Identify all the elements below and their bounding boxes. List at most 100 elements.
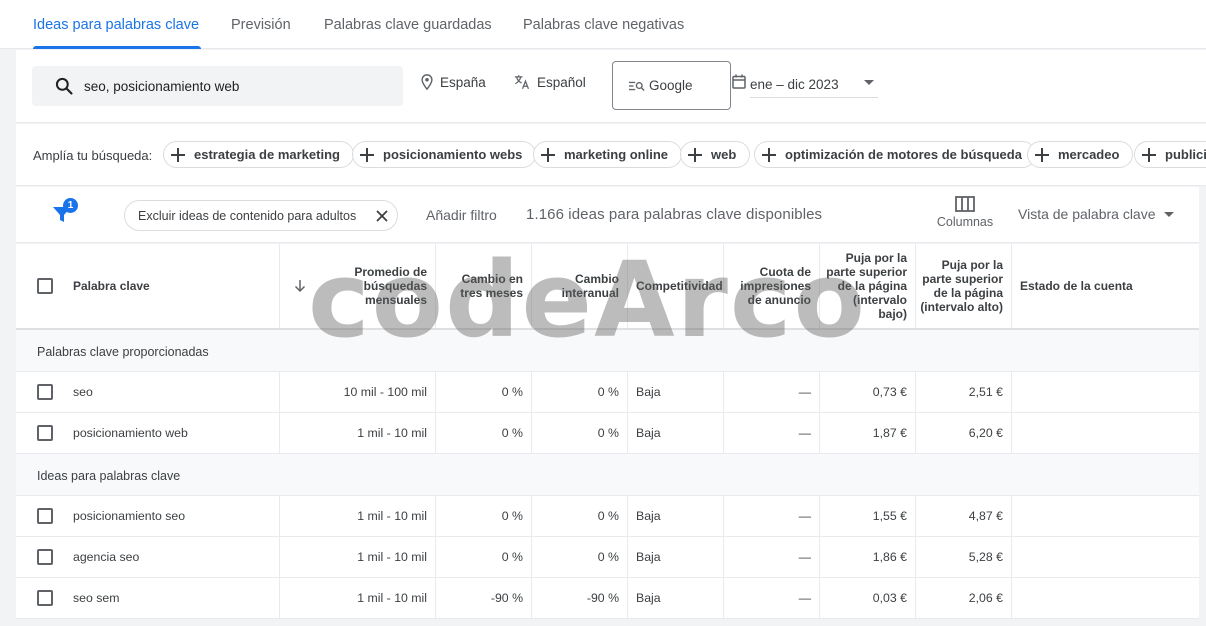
bid-high-cell: 2,51 € [968, 385, 1003, 399]
keyword-planner-page: Ideas para palabras clave Previsión Pala… [0, 0, 1206, 626]
tab-keyword-ideas[interactable]: Ideas para palabras clave [33, 0, 201, 49]
date-range-icon-wrap [732, 74, 746, 89]
three-month-cell: -90 % [490, 591, 523, 605]
col-account-status[interactable]: Estado de la cuenta [1012, 244, 1199, 328]
keyword-cell: seo [73, 385, 93, 399]
col-bid-high-label: Puja por la parte superior de la página … [920, 258, 1003, 314]
add-filter-button[interactable]: Añadir filtro [426, 207, 497, 223]
col-competition[interactable]: Competitividad [628, 244, 724, 328]
bid-low-cell: 1,87 € [872, 426, 907, 440]
suggestion-chip[interactable]: web [680, 141, 751, 168]
table-row[interactable]: seo 10 mil - 100 mil 0 % 0 % Baja — 0,73… [16, 372, 1199, 413]
col-three-month-change[interactable]: Cambio en tres meses [436, 244, 532, 328]
table-row[interactable]: agencia seo 1 mil - 10 mil 0 % 0 % Baja … [16, 537, 1199, 578]
tab-negative-keywords[interactable]: Palabras clave negativas [523, 0, 684, 49]
language-selector[interactable]: Español [514, 74, 586, 90]
keyword-search-input[interactable]: seo, posicionamiento web [32, 66, 403, 106]
table-group-header: Palabras clave proporcionadas [16, 330, 1199, 372]
row-checkbox[interactable] [37, 425, 53, 441]
row-checkbox[interactable] [37, 508, 53, 524]
suggestion-chip[interactable]: estrategia de marketing [163, 141, 354, 168]
bid-low-cell: 1,55 € [872, 509, 907, 523]
plus-icon [762, 147, 776, 162]
location-selector[interactable]: España [420, 74, 486, 90]
col-yoy-change[interactable]: Cambio interanual [532, 244, 628, 328]
col-three-month-label: Cambio en tres meses [460, 272, 523, 300]
table-row[interactable]: posicionamiento seo 1 mil - 10 mil 0 % 0… [16, 496, 1199, 537]
dropdown-arrow-icon [1163, 211, 1174, 217]
keyword-cell: agencia seo [73, 550, 140, 564]
group-label: Ideas para palabras clave [37, 469, 181, 483]
bid-low-cell: 1,86 € [872, 550, 907, 564]
location-label: España [440, 74, 486, 90]
yoy-cell: 0 % [597, 426, 619, 440]
close-icon[interactable] [375, 209, 389, 223]
date-range-selector[interactable]: ene – dic 2023 [750, 72, 878, 98]
col-impression-share[interactable]: Cuota de impresiones de anuncio [724, 244, 820, 328]
bid-high-cell: 5,28 € [968, 550, 1003, 564]
competition-cell: Baja [636, 385, 661, 399]
col-avg-searches-label: Promedio de búsquedas mensuales [354, 265, 427, 307]
keyword-cell: posicionamiento seo [73, 509, 186, 523]
broaden-search-bar: Amplía tu búsqueda: estrategia de market… [16, 124, 1206, 186]
plus-icon [1142, 147, 1156, 162]
suggestion-chip[interactable]: optimización de motores de búsqueda [754, 141, 1036, 168]
bid-high-cell: 2,06 € [968, 591, 1003, 605]
col-account-status-label: Estado de la cuenta [1020, 279, 1133, 293]
col-keyword[interactable]: Palabra clave [16, 244, 280, 328]
filter-chip-label: Excluir ideas de contenido para adultos [138, 208, 357, 223]
search-network-selector[interactable]: Google [612, 61, 731, 110]
tab-bar: Ideas para palabras clave Previsión Pala… [0, 0, 1206, 49]
filter-bar: 1 Excluir ideas de contenido para adulto… [16, 187, 1199, 243]
adult-content-filter-chip[interactable]: Excluir ideas de contenido para adultos [124, 200, 398, 231]
keyword-ideas-table: Palabra clave Promedio de búsquedas mens… [16, 244, 1199, 619]
bid-low-cell: 0,73 € [872, 385, 907, 399]
avg-searches-cell: 1 mil - 10 mil [357, 509, 427, 523]
suggestion-chip[interactable]: publicid [1134, 141, 1206, 168]
competition-cell: Baja [636, 426, 661, 440]
yoy-cell: 0 % [597, 509, 619, 523]
search-icon [55, 77, 73, 95]
three-month-cell: 0 % [501, 509, 523, 523]
col-bid-low[interactable]: Puja por la parte superior de la página … [820, 244, 916, 328]
language-label: Español [537, 74, 586, 90]
tab-label: Previsión [231, 16, 291, 33]
col-yoy-label: Cambio interanual [561, 272, 619, 300]
row-checkbox[interactable] [37, 549, 53, 565]
filter-count-badge: 1 [63, 198, 78, 213]
row-checkbox[interactable] [37, 384, 53, 400]
suggestion-chip-label: publicid [1165, 147, 1206, 162]
keyword-cell: posicionamiento web [73, 426, 188, 440]
suggestion-chip-label: estrategia de marketing [194, 147, 340, 162]
suggestion-chip[interactable]: posicionamiento webs [352, 141, 537, 168]
plus-icon [688, 147, 702, 162]
impression-share-cell: — [798, 509, 811, 523]
suggestion-chip[interactable]: marketing online [533, 141, 683, 168]
columns-button[interactable]: Columnas [934, 196, 996, 229]
col-bid-high[interactable]: Puja por la parte superior de la página … [916, 244, 1012, 328]
impression-share-cell: — [798, 591, 811, 605]
suggestion-chip[interactable]: mercadeo [1027, 141, 1134, 168]
three-month-cell: 0 % [501, 426, 523, 440]
sort-arrow-down-icon [294, 280, 306, 293]
yoy-cell: -90 % [586, 591, 619, 605]
keyword-view-selector[interactable]: Vista de palabra clave [1018, 206, 1174, 222]
plus-icon [541, 147, 555, 162]
search-network-label: Google [649, 78, 693, 93]
tab-saved-keywords[interactable]: Palabras clave guardadas [324, 0, 492, 49]
tab-label: Ideas para palabras clave [33, 16, 200, 33]
impression-share-cell: — [798, 550, 811, 564]
table-row[interactable]: seo sem 1 mil - 10 mil -90 % -90 % Baja … [16, 578, 1199, 619]
search-network-icon [629, 81, 645, 91]
three-month-cell: 0 % [501, 550, 523, 564]
col-avg-searches[interactable]: Promedio de búsquedas mensuales [280, 244, 436, 328]
select-all-checkbox[interactable] [37, 278, 53, 294]
table-row[interactable]: posicionamiento web 1 mil - 10 mil 0 % 0… [16, 413, 1199, 454]
competition-cell: Baja [636, 591, 661, 605]
impression-share-cell: — [798, 385, 811, 399]
tab-label: Palabras clave negativas [523, 16, 685, 33]
bid-low-cell: 0,03 € [872, 591, 907, 605]
row-checkbox[interactable] [37, 590, 53, 606]
col-competition-label: Competitividad [636, 279, 723, 293]
tab-forecast[interactable]: Previsión [231, 0, 291, 49]
